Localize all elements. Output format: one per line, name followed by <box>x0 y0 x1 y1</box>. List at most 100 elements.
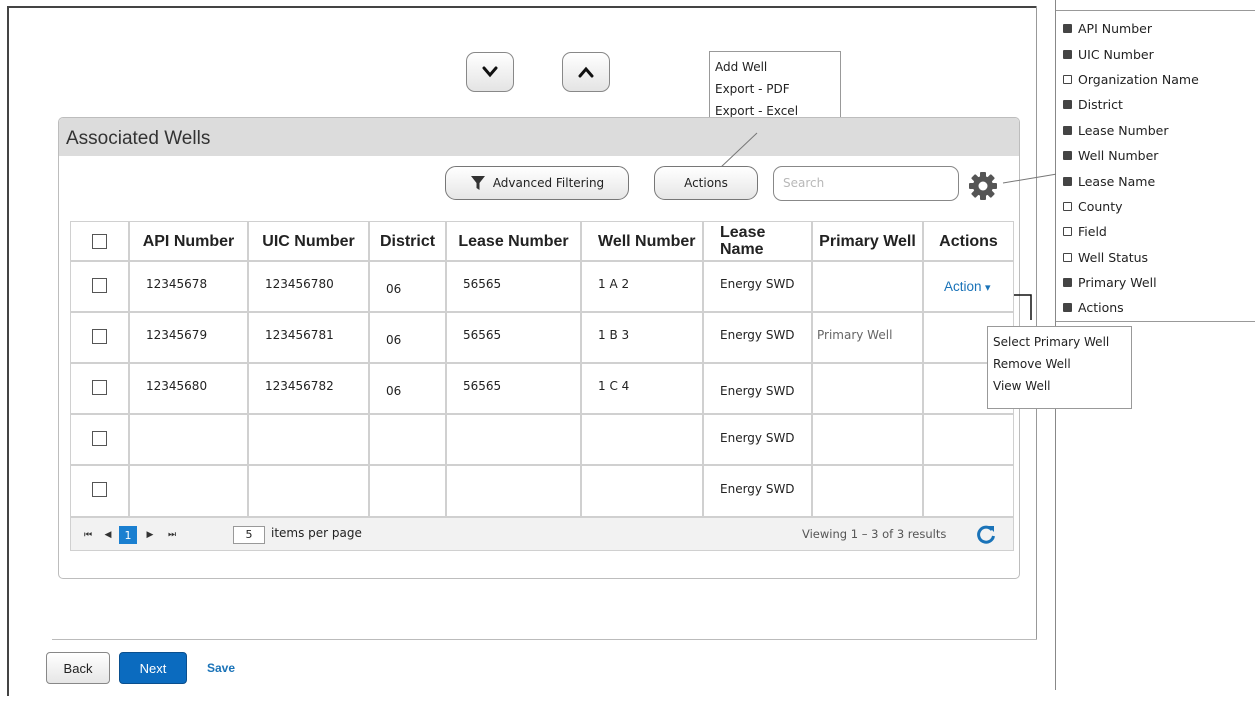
menu-item-select-primary-well[interactable]: Select Primary Well <box>988 331 1131 353</box>
row-checkbox[interactable] <box>92 278 107 293</box>
column-option[interactable]: Actions <box>1063 295 1253 320</box>
column-option[interactable]: API Number <box>1063 16 1253 41</box>
cell-uic-number: 123456780 <box>248 261 369 312</box>
cell-lease-name-text: Energy SWD <box>720 431 795 445</box>
column-option-label: County <box>1078 198 1123 214</box>
checked-box-icon[interactable] <box>1063 176 1072 186</box>
cell-lease-name-text: Energy SWD <box>720 482 795 496</box>
cell-well-number-text: 1 C 4 <box>598 379 630 393</box>
row-action-link[interactable]: Action <box>944 279 982 294</box>
checked-box-icon[interactable] <box>1063 100 1072 110</box>
back-button-label: Back <box>63 660 93 676</box>
row-action-menu: Select Primary Well Remove Well View Wel… <box>987 326 1132 409</box>
advanced-filtering-button[interactable]: Advanced Filtering <box>445 166 629 200</box>
cell-lease-name: Energy SWD <box>703 312 812 363</box>
cell-uic-number-text: 123456781 <box>265 328 334 342</box>
checked-box-icon[interactable] <box>1063 278 1072 288</box>
column-option-label: UIC Number <box>1078 46 1154 62</box>
prev-page-button[interactable]: ◀ <box>99 526 117 544</box>
gear-icon <box>969 172 997 200</box>
cell-api-number: 12345678 <box>129 261 248 312</box>
cell-lease-name: Energy SWD <box>703 465 812 517</box>
cell-lease-name-text: Energy SWD <box>720 277 795 291</box>
next-page-button[interactable]: ▶ <box>141 526 159 544</box>
cell-api-number-text: 12345679 <box>146 328 208 342</box>
row-checkbox[interactable] <box>92 482 107 497</box>
header-primary-well[interactable]: Primary Well <box>812 221 923 261</box>
page-number-current[interactable]: 1 <box>119 526 137 544</box>
first-page-button[interactable]: ⏮ <box>79 526 97 544</box>
header-uic-number[interactable]: UIC Number <box>248 221 369 261</box>
actions-callout-line <box>719 132 758 169</box>
cell-select <box>70 312 129 363</box>
cell-well-number: 1 A 2 <box>581 261 703 312</box>
unchecked-box-icon[interactable] <box>1063 201 1072 211</box>
column-option-label: Organization Name <box>1078 71 1199 87</box>
cell-lease-number-text: 56565 <box>463 379 502 393</box>
header-lease-number[interactable]: Lease Number <box>446 221 581 261</box>
column-option-label: District <box>1078 97 1123 113</box>
checked-box-icon[interactable] <box>1063 125 1072 135</box>
back-button[interactable]: Back <box>46 652 110 684</box>
cell-select <box>70 465 129 517</box>
row-checkbox[interactable] <box>92 431 107 446</box>
column-option-label: Lease Name <box>1078 173 1156 189</box>
cell-district-text: 06 <box>386 333 402 347</box>
items-per-page-label: items per page <box>271 526 362 540</box>
column-option[interactable]: Primary Well <box>1063 270 1253 295</box>
select-all-checkbox[interactable] <box>92 234 107 249</box>
column-option[interactable]: District <box>1063 92 1253 117</box>
header-api-number[interactable]: API Number <box>129 221 248 261</box>
header-well-number[interactable]: Well Number <box>581 221 703 261</box>
column-option[interactable]: Field <box>1063 219 1253 244</box>
cell-actions: Action ▾ <box>923 261 1014 312</box>
cell-district-text: 06 <box>386 282 402 296</box>
last-page-button[interactable]: ⏭ <box>163 526 181 544</box>
cell-primary-well: Primary Well <box>812 312 923 363</box>
cell-lease-name: Energy SWD <box>703 363 812 414</box>
cell-lease-number: 56565 <box>446 312 581 363</box>
column-option[interactable]: Well Number <box>1063 143 1253 168</box>
cell-well-number <box>581 414 703 465</box>
cell-lease-number: 56565 <box>446 363 581 414</box>
menu-item-remove-well[interactable]: Remove Well <box>988 353 1131 375</box>
column-option[interactable]: Well Status <box>1063 245 1253 270</box>
checked-box-icon[interactable] <box>1063 303 1072 313</box>
column-chooser-list: API Number UIC Number Organization Name Dis… <box>1063 16 1253 321</box>
column-option-label: Field <box>1078 224 1107 240</box>
row-checkbox[interactable] <box>92 329 107 344</box>
unchecked-box-icon[interactable] <box>1063 227 1072 237</box>
prev-page-icon: ◀ <box>104 530 112 540</box>
save-link[interactable]: Save <box>207 661 235 675</box>
unchecked-box-icon[interactable] <box>1063 252 1072 262</box>
checked-box-icon[interactable] <box>1063 24 1072 34</box>
column-option-label: Lease Number <box>1078 122 1169 138</box>
menu-item-view-well[interactable]: View Well <box>988 375 1131 397</box>
column-option[interactable]: Lease Number <box>1063 118 1253 143</box>
header-lease-name[interactable]: Lease Name <box>703 221 812 261</box>
checked-box-icon[interactable] <box>1063 49 1072 59</box>
header-district[interactable]: District <box>369 221 446 261</box>
columns-callout-line <box>1002 173 1058 184</box>
caret-down-icon[interactable]: ▾ <box>982 281 991 294</box>
row-checkbox[interactable] <box>92 380 107 395</box>
checked-box-icon[interactable] <box>1063 151 1072 161</box>
column-settings-button[interactable] <box>967 170 999 202</box>
refresh-button[interactable] <box>975 524 997 550</box>
column-option[interactable]: Organization Name <box>1063 67 1253 92</box>
unchecked-box-icon[interactable] <box>1063 74 1072 84</box>
page-size-input[interactable]: 5 <box>233 526 265 544</box>
column-option[interactable]: County <box>1063 194 1253 219</box>
cell-lease-name-text: Energy SWD <box>720 328 795 342</box>
actions-button[interactable]: Actions <box>654 166 758 200</box>
viewing-results-text: Viewing 1 – 3 of 3 results <box>802 527 947 541</box>
next-button[interactable]: Next <box>119 652 187 684</box>
search-input[interactable]: Search <box>773 166 959 201</box>
cell-api-number: 12345680 <box>129 363 248 414</box>
column-option[interactable]: Lease Name <box>1063 168 1253 193</box>
cell-api-number-text: 12345678 <box>146 277 208 291</box>
cell-primary-well-text: Primary Well <box>817 328 893 342</box>
next-button-label: Next <box>139 660 167 676</box>
search-placeholder: Search <box>783 176 825 190</box>
column-option[interactable]: UIC Number <box>1063 41 1253 66</box>
